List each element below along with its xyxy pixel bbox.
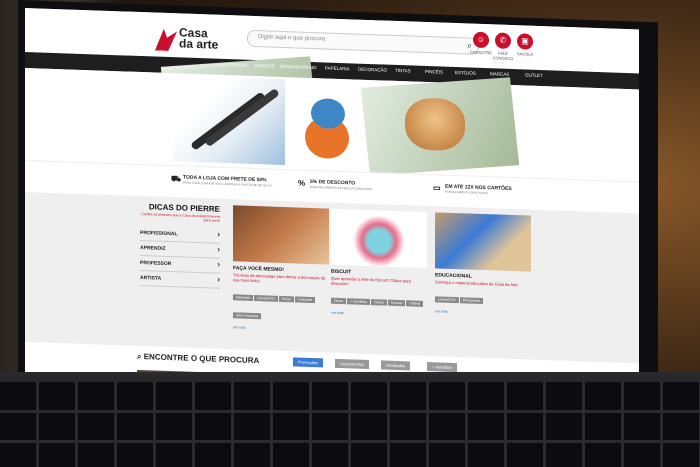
card-tag[interactable]: Arte Francesa — [233, 312, 261, 320]
nav-item-desenho[interactable]: DESENHO — [225, 62, 247, 68]
nav-item-pinceis[interactable]: PINCÉIS — [425, 69, 443, 75]
chip-promocoes[interactable]: Promoções — [293, 357, 324, 368]
phone-icon[interactable]: ✆ — [495, 32, 511, 49]
card-see-all-link[interactable]: ver tudo — [435, 309, 531, 316]
banner-cat-face — [405, 97, 465, 152]
card-tag[interactable]: Livros/DVD — [435, 296, 459, 304]
phone-label: FALE CONOSCO — [492, 50, 514, 62]
nav-item-outlet[interactable]: OUTLET — [525, 72, 543, 78]
card-biscuit[interactable]: BISCUIT Quer aprender a Arte do Biscuit?… — [331, 208, 427, 342]
logo-line2: da arte — [179, 36, 219, 52]
feature-cartoes: ▭ EM ATÉ 12X NOS CARTÕES PARCELAMENTO SE… — [433, 183, 512, 196]
truck-icon: ⛟ — [171, 174, 182, 184]
dicas-link-artista[interactable]: ARTISTA — [140, 271, 220, 289]
banner-pens-image — [173, 75, 285, 166]
search-input[interactable]: Digite aqui o que procura ⌕ — [247, 29, 479, 55]
card-tag[interactable]: + Vendidos — [346, 298, 371, 306]
card-see-all-link[interactable]: ver tudo — [331, 311, 427, 318]
site-logo[interactable]: Casa da arte — [155, 25, 225, 55]
nav-item-estojos[interactable]: ESTOJOS — [455, 70, 476, 76]
dicas-panel: DICAS DO PIERRE Confira os produtos que … — [140, 202, 220, 289]
feature-desconto: % 5% DE DESCONTO PARA PAGAMENTO NO BOLET… — [298, 178, 373, 192]
nav-item-decoracao[interactable]: DECORAÇÃO — [358, 67, 387, 73]
laptop-screen: Casa da arte Digite aqui o que procura ⌕ … — [25, 8, 639, 405]
chip-lancamentos[interactable]: Lançamentos — [335, 358, 370, 370]
card-tag[interactable]: Materiais — [233, 294, 254, 301]
card-educacional[interactable]: EDUCACIONAL Conheça o material educativo… — [435, 212, 531, 345]
card-see-all-link[interactable]: ver tudo — [233, 325, 329, 332]
card-tag[interactable]: Livros/DVD — [254, 295, 278, 302]
find-title: ⌕ ENCONTRE O QUE PROCURA — [137, 351, 260, 366]
nav-item-papelaria[interactable]: PAPELARIA — [325, 65, 350, 71]
bag-icon[interactable]: ▣ — [517, 33, 533, 50]
nav-item-basicas[interactable]: BASICAS — [255, 63, 275, 69]
card-tag[interactable]: Peças — [371, 299, 387, 306]
card-image — [331, 208, 427, 269]
feature-frete: ⛟ TODA A LOJA COM FRETE DE 50% PARA TODO… — [171, 174, 272, 188]
card-tag[interactable]: Dicas — [278, 295, 294, 303]
card-tag[interactable]: Coleções — [294, 296, 316, 304]
card-tag[interactable]: Marcas — [387, 299, 406, 307]
card-image — [435, 212, 531, 272]
card-desc: Técnicas de decoupage para deixar a deco… — [233, 272, 326, 284]
search-placeholder: Digite aqui o que procura — [258, 34, 326, 43]
card-tag[interactable]: Vídeos — [406, 300, 424, 307]
chip-mais-vendidos[interactable]: + Vendidos — [427, 362, 457, 373]
bag-label: SACOLA — [516, 51, 534, 57]
card-desc: Quer aprender a Arte do Biscuit? Clique … — [331, 275, 411, 287]
logo-mark-icon — [155, 29, 177, 52]
user-label: CADASTRE — [470, 49, 492, 56]
card-tag[interactable]: Dicas — [331, 297, 346, 305]
user-icon[interactable]: ☺ — [473, 31, 489, 49]
dicas-subtitle: Confira os produtos que a Casa do Artesp… — [141, 212, 220, 223]
card-icon: ▭ — [433, 183, 441, 193]
chip-novidades[interactable]: Novidades — [381, 360, 410, 371]
keyboard-keys — [0, 382, 700, 467]
card-faca-voce-mesmo[interactable]: FAÇA VOCÊ MESMO! Técnicas de decoupage p… — [233, 205, 329, 338]
card-image — [233, 205, 329, 265]
percent-icon: % — [298, 178, 306, 188]
card-tag[interactable]: Brinquedos — [459, 297, 484, 305]
banner-bird-image — [295, 93, 355, 165]
nav-item-tintas[interactable]: TINTAS — [395, 68, 411, 74]
nav-item-marcas[interactable]: MARCAS — [490, 71, 509, 77]
